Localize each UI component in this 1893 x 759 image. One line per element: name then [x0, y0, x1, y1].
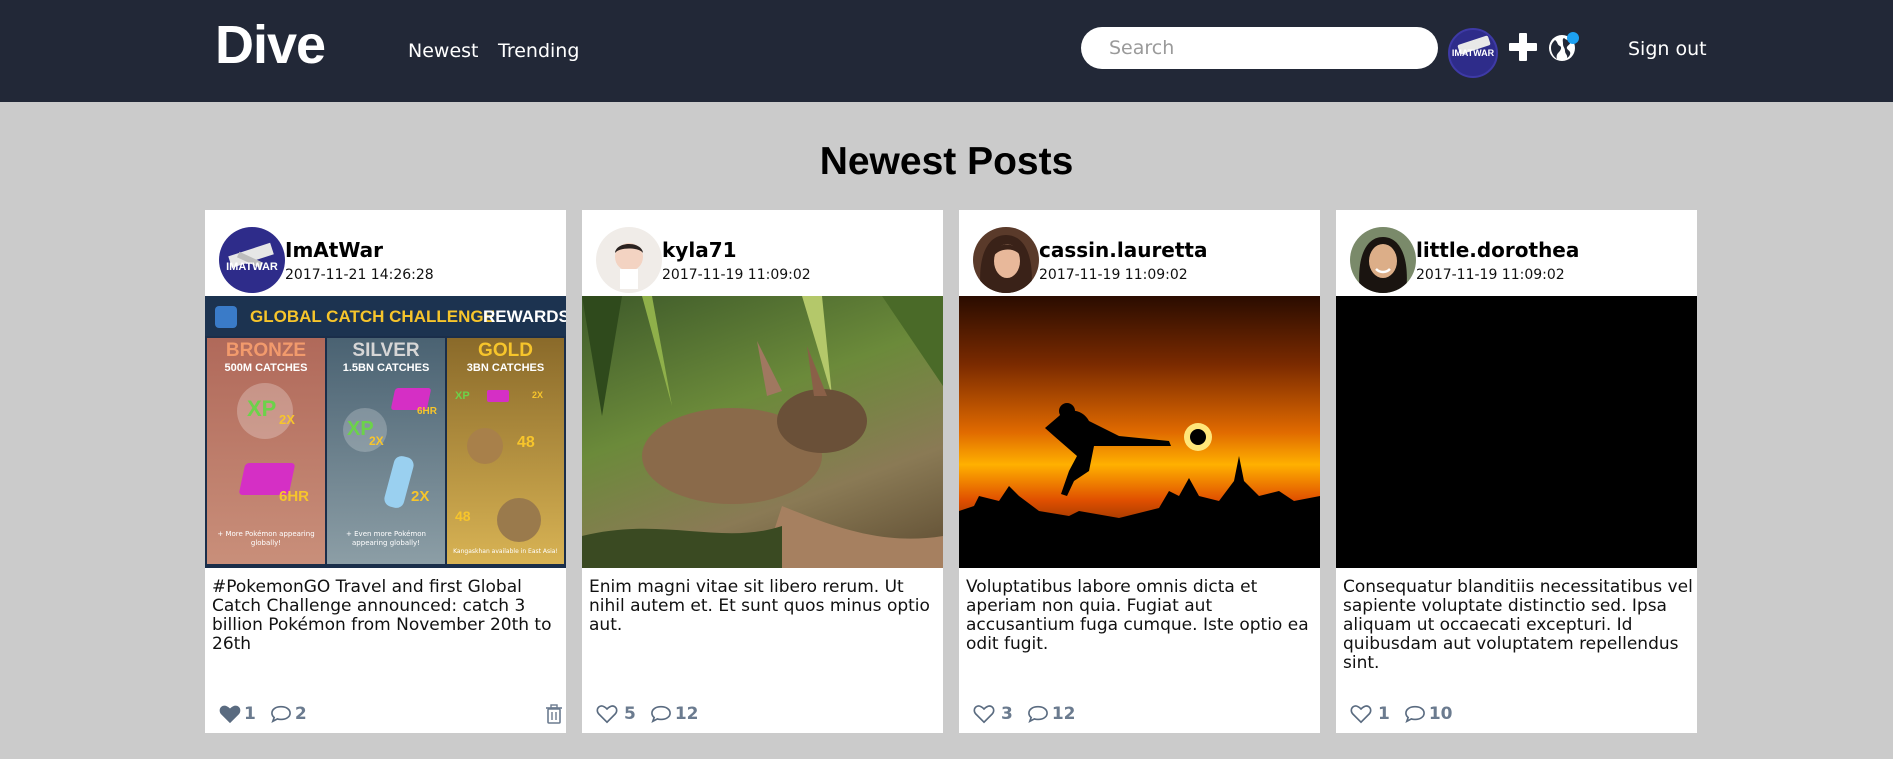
post-timestamp: 2017-11-21 14:26:28 — [285, 267, 434, 283]
post-timestamp: 2017-11-19 11:09:02 — [1416, 267, 1565, 283]
post-timestamp: 2017-11-19 11:09:02 — [1039, 267, 1188, 283]
post-username[interactable]: kyla71 — [662, 238, 737, 262]
like-count: 5 — [624, 704, 636, 724]
pokemongo-travel-badge-icon — [215, 306, 237, 328]
avatar-graphic — [228, 242, 274, 269]
post-timestamp: 2017-11-19 11:09:02 — [662, 267, 811, 283]
comment-count: 12 — [1051, 704, 1076, 724]
logo[interactable]: Dive — [215, 14, 326, 76]
tier-item: XP — [247, 396, 277, 421]
user-avatar[interactable]: IMATWAR — [1448, 28, 1498, 78]
tier-item: XP — [455, 390, 470, 402]
post-avatar[interactable] — [596, 227, 662, 293]
post-actions: 3 12 — [973, 702, 1090, 726]
tier-catches: 1.5BN CATCHES — [342, 362, 430, 374]
comment-icon[interactable] — [1404, 704, 1426, 724]
post-image[interactable] — [959, 296, 1320, 568]
tier-footer: + More Pokémon appearing globally! — [217, 530, 315, 547]
post-actions: 1 2 — [219, 702, 321, 726]
post-actions: 5 12 — [596, 702, 713, 726]
page-title: Newest Posts — [819, 140, 1074, 183]
deer-photo — [582, 296, 943, 568]
kangaskhan-icon — [497, 498, 541, 542]
image-banner-accent: REWARDS — [483, 307, 566, 326]
sign-out-link[interactable]: Sign out — [1628, 38, 1707, 60]
tier-catches: 3BN CATCHES — [466, 362, 545, 374]
comment-count: 10 — [1428, 704, 1453, 724]
comment-count: 12 — [674, 704, 699, 724]
tier-gold: GOLD 3BN CATCHES XP 2X 48 48 Kangaskhan … — [447, 338, 564, 564]
post-username[interactable]: cassin.lauretta — [1039, 238, 1208, 262]
comment-icon[interactable] — [650, 704, 672, 724]
post-username[interactable]: little.dorothea — [1416, 238, 1579, 262]
post-text: Voluptatibus labore omnis dicta et aperi… — [966, 577, 1309, 654]
like-count: 3 — [1001, 704, 1013, 724]
trash-icon[interactable] — [545, 704, 563, 724]
post-avatar[interactable] — [973, 227, 1039, 293]
nav-link-newest[interactable]: Newest — [408, 40, 478, 62]
incense-icon — [487, 390, 509, 402]
notification-dot — [1567, 32, 1579, 44]
heart-icon[interactable] — [1350, 704, 1372, 724]
heart-icon[interactable] — [973, 704, 995, 724]
tier-item: 2X — [369, 434, 384, 448]
tier-item: 48 — [517, 434, 535, 451]
heart-icon[interactable] — [596, 704, 618, 724]
post-card: cassin.lauretta 2017-11-19 11:09:02 Volu… — [959, 210, 1320, 733]
like-count: 1 — [1378, 704, 1390, 724]
avatar-label: IMATWAR — [1451, 48, 1495, 58]
post-card: IMATWAR ImAtWar 2017-11-21 14:26:28 GLOB… — [205, 210, 566, 733]
tier-name: BRONZE — [225, 340, 307, 361]
comment-icon[interactable] — [270, 704, 292, 724]
post-card: kyla71 2017-11-19 11:09:02 Enim magni vi… — [582, 210, 943, 733]
tier-footer: + Even more Pokémon appearing globally! — [346, 530, 426, 547]
tier-name: GOLD — [478, 340, 533, 361]
avatar-label: IMATWAR — [226, 261, 278, 273]
tier-footer: Kangaskhan available in East Asia! — [453, 548, 558, 555]
comment-count: 2 — [294, 704, 307, 724]
post-image[interactable] — [1336, 296, 1697, 568]
avatar-graphic — [980, 235, 1032, 293]
comment-icon[interactable] — [1027, 704, 1049, 724]
post-avatar[interactable] — [1350, 227, 1416, 293]
heart-icon[interactable] — [219, 704, 241, 724]
tier-item: 6HR — [279, 488, 310, 505]
post-image[interactable]: GLOBAL CATCH CHALLENGE REWARDS BRONZE 50… — [205, 296, 566, 568]
tier-bronze: BRONZE 500M CATCHES XP 2X 6HR + More Pok… — [207, 338, 325, 564]
post-text: #PokemonGO Travel and first Global Catch… — [212, 577, 552, 654]
avatar-graphic — [615, 243, 643, 289]
tier-name: SILVER — [352, 340, 420, 361]
tier-item: 6HR — [417, 406, 438, 417]
post-actions: 1 10 — [1350, 702, 1467, 726]
pokemon-icon — [467, 428, 503, 464]
tier-item: 2X — [279, 412, 295, 427]
tier-silver: SILVER 1.5BN CATCHES XP 2X 6HR 2X + Even… — [327, 338, 445, 564]
sunset-kick-photo — [959, 403, 1320, 568]
avatar-graphic — [1359, 237, 1407, 293]
post-username[interactable]: ImAtWar — [285, 238, 383, 262]
tier-item: 2X — [532, 390, 544, 400]
search-input[interactable] — [1081, 27, 1438, 69]
navbar: Dive Newest Trending IMATWAR Sign out — [0, 0, 1893, 102]
image-banner-title: GLOBAL CATCH CHALLENGE — [250, 307, 495, 326]
tier-item: 2X — [411, 488, 430, 505]
post-text: Consequatur blanditiis necessitatibus ve… — [1343, 577, 1693, 673]
nav-link-trending[interactable]: Trending — [498, 40, 579, 62]
post-card: little.dorothea 2017-11-19 11:09:02 Cons… — [1336, 210, 1697, 733]
plus-icon[interactable] — [1509, 33, 1537, 61]
post-avatar[interactable]: IMATWAR — [219, 227, 285, 293]
like-count: 1 — [244, 704, 256, 724]
tier-catches: 500M CATCHES — [224, 362, 308, 374]
tier-item: 48 — [455, 508, 471, 524]
post-image[interactable] — [582, 296, 943, 568]
post-text: Enim magni vitae sit libero rerum. Ut ni… — [589, 577, 930, 635]
